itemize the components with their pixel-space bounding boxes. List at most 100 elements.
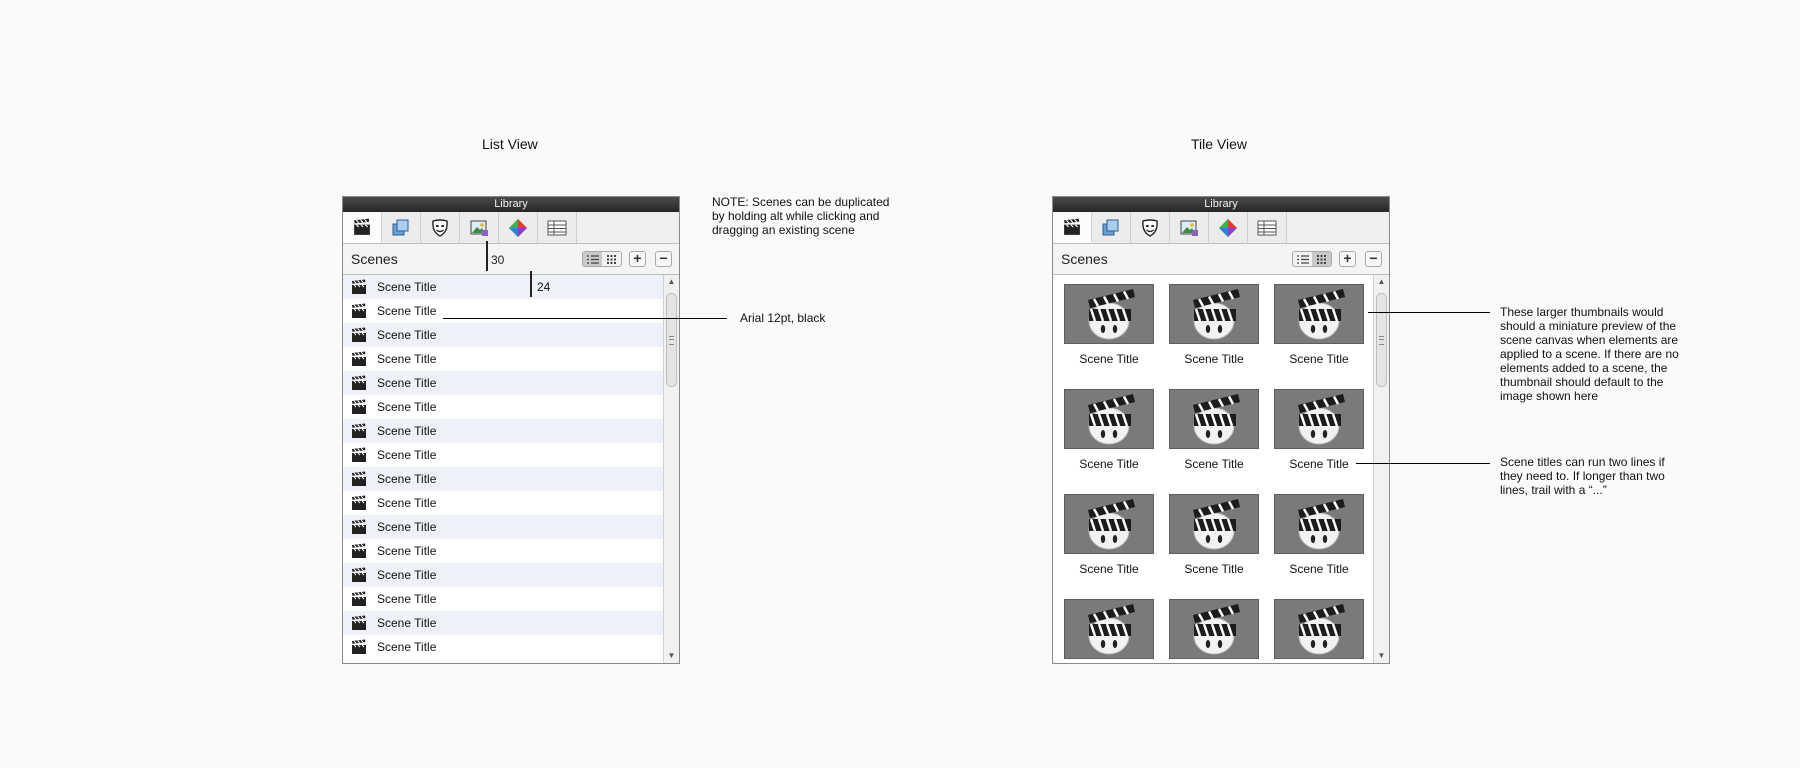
scene-tile[interactable]: Scene Title bbox=[1169, 389, 1259, 471]
scene-list-row[interactable]: Scene Title bbox=[343, 467, 664, 491]
clapperboard-icon bbox=[351, 543, 367, 559]
scene-title: Scene Title bbox=[377, 304, 437, 318]
scroll-up-icon[interactable]: ▲ bbox=[1374, 275, 1389, 289]
scene-placeholder-icon bbox=[1193, 499, 1240, 550]
layers-tab[interactable] bbox=[1092, 212, 1131, 243]
images-tab[interactable] bbox=[1170, 212, 1209, 243]
scene-title: Scene Title bbox=[377, 280, 437, 294]
colors-tab[interactable] bbox=[499, 212, 538, 243]
scene-title: Scene Title bbox=[1289, 457, 1349, 471]
scene-list-row[interactable]: Scene Title bbox=[343, 443, 664, 467]
scene-title: Scene Title bbox=[1079, 562, 1139, 576]
section-label: Scenes bbox=[1061, 251, 1108, 267]
scene-tile[interactable]: Scene Title bbox=[1064, 494, 1154, 576]
scene-tile[interactable]: Scene Title bbox=[1064, 599, 1154, 663]
scene-list-row[interactable]: Scene Title bbox=[343, 323, 664, 347]
scenes-tab[interactable] bbox=[343, 212, 382, 243]
view-mode-toggle[interactable] bbox=[582, 251, 622, 267]
scene-list-row[interactable]: Scene Title bbox=[343, 539, 664, 563]
tile-view-heading: Tile View bbox=[1191, 136, 1248, 152]
tile-scrollbar[interactable]: ▲ ▼ bbox=[1373, 275, 1389, 663]
add-scene-button[interactable]: + bbox=[1339, 251, 1356, 267]
scene-list-row[interactable]: Scene Title bbox=[343, 395, 664, 419]
table-tab[interactable] bbox=[1248, 212, 1287, 243]
scene-title: Scene Title bbox=[377, 448, 437, 462]
scene-list-row[interactable]: Scene Title bbox=[343, 347, 664, 371]
scene-thumbnail bbox=[1274, 494, 1364, 554]
scene-tile[interactable]: Scene Title bbox=[1169, 284, 1259, 366]
scene-tile[interactable]: Scene Title bbox=[1169, 599, 1259, 663]
scene-title: Scene Title bbox=[377, 592, 437, 606]
scene-title: Scene Title bbox=[377, 328, 437, 342]
view-mode-toggle[interactable] bbox=[1292, 251, 1332, 267]
table-tab[interactable] bbox=[538, 212, 577, 243]
scene-list-row[interactable]: Scene Title bbox=[343, 563, 664, 587]
scene-tile[interactable]: Scene Title bbox=[1274, 599, 1364, 663]
scene-title: Scene Title bbox=[377, 352, 437, 366]
font-note-leader bbox=[443, 318, 727, 319]
scene-list-row[interactable]: Scene Title bbox=[343, 299, 664, 323]
clapperboard-icon bbox=[351, 519, 367, 535]
scene-list: Scene Title 24 Scene Title Scene Title Sc… bbox=[343, 275, 664, 663]
title-note-leader bbox=[1356, 463, 1490, 464]
scene-list-row[interactable]: Scene Title 24 bbox=[343, 275, 664, 299]
remove-scene-button[interactable]: − bbox=[655, 251, 672, 267]
color-palette-icon bbox=[508, 218, 528, 238]
scroll-down-icon[interactable]: ▼ bbox=[1374, 649, 1389, 663]
scroll-down-icon[interactable]: ▼ bbox=[664, 649, 679, 663]
scene-title: Scene Title bbox=[1079, 352, 1139, 366]
scene-tile[interactable]: Scene Title bbox=[1274, 389, 1364, 471]
scene-list-row[interactable]: Scene Title bbox=[343, 491, 664, 515]
remove-scene-button[interactable]: − bbox=[1365, 251, 1382, 267]
layers-icon bbox=[1101, 218, 1121, 238]
scene-list-row[interactable]: Scene Title bbox=[343, 587, 664, 611]
scene-placeholder-icon bbox=[1298, 604, 1345, 655]
panel-title: Library bbox=[1053, 197, 1389, 212]
scroll-thumb[interactable] bbox=[666, 293, 677, 387]
table-icon bbox=[547, 220, 567, 236]
scroll-up-icon[interactable]: ▲ bbox=[664, 275, 679, 289]
scene-list-row[interactable]: Scene Title bbox=[343, 515, 664, 539]
scene-title: Scene Title bbox=[1184, 352, 1244, 366]
list-scrollbar[interactable]: ▲ ▼ bbox=[663, 275, 679, 663]
characters-tab[interactable] bbox=[1131, 212, 1170, 243]
grid-dots-icon bbox=[1317, 254, 1326, 264]
scene-title: Scene Title bbox=[1289, 352, 1349, 366]
layers-icon bbox=[391, 218, 411, 238]
grid-view-icon[interactable] bbox=[602, 252, 621, 266]
scene-element-count: 24 bbox=[537, 280, 551, 294]
scroll-thumb[interactable] bbox=[1376, 293, 1387, 387]
scene-tile[interactable]: Scene Title bbox=[1064, 389, 1154, 471]
scene-list-row[interactable]: Scene Title bbox=[343, 371, 664, 395]
scene-list-row[interactable]: Scene Title bbox=[343, 419, 664, 443]
library-tab-bar bbox=[343, 212, 679, 244]
layers-tab[interactable] bbox=[382, 212, 421, 243]
list-view-icon[interactable] bbox=[583, 252, 602, 266]
scenes-tab[interactable] bbox=[1053, 212, 1092, 243]
colors-tab[interactable] bbox=[1209, 212, 1248, 243]
scene-title: Scene Title bbox=[377, 496, 437, 510]
library-panel-list: Library Scenes 30 + − Scene Title 24 Sce… bbox=[342, 196, 680, 664]
scene-tile-grid: Scene Title Scene Title Scene Title Scen… bbox=[1053, 275, 1374, 663]
count-column-marker bbox=[486, 241, 488, 271]
add-scene-button[interactable]: + bbox=[629, 251, 646, 267]
scene-placeholder-icon bbox=[1193, 289, 1240, 340]
title-note: Scene titles can run two lines if they n… bbox=[1500, 455, 1665, 497]
scene-list-row[interactable]: Scene Title bbox=[343, 611, 664, 635]
scene-title: Scene Title bbox=[377, 616, 437, 630]
scene-placeholder-icon bbox=[1298, 289, 1345, 340]
scene-tile[interactable]: Scene Title bbox=[1274, 284, 1364, 366]
scene-tile[interactable]: Scene Title bbox=[1274, 494, 1364, 576]
scene-list-row[interactable]: Scene Title bbox=[343, 635, 664, 659]
scene-title: Scene Title bbox=[1289, 562, 1349, 576]
list-view-icon[interactable] bbox=[1293, 252, 1312, 266]
characters-tab[interactable] bbox=[421, 212, 460, 243]
color-palette-icon bbox=[1218, 218, 1238, 238]
images-tab[interactable] bbox=[460, 212, 499, 243]
scene-title: Scene Title bbox=[377, 424, 437, 438]
scene-tile[interactable]: Scene Title bbox=[1064, 284, 1154, 366]
clapperboard-icon bbox=[351, 351, 367, 367]
grid-view-icon[interactable] bbox=[1312, 252, 1331, 266]
scene-placeholder-icon bbox=[1088, 499, 1135, 550]
scene-tile[interactable]: Scene Title bbox=[1169, 494, 1259, 576]
